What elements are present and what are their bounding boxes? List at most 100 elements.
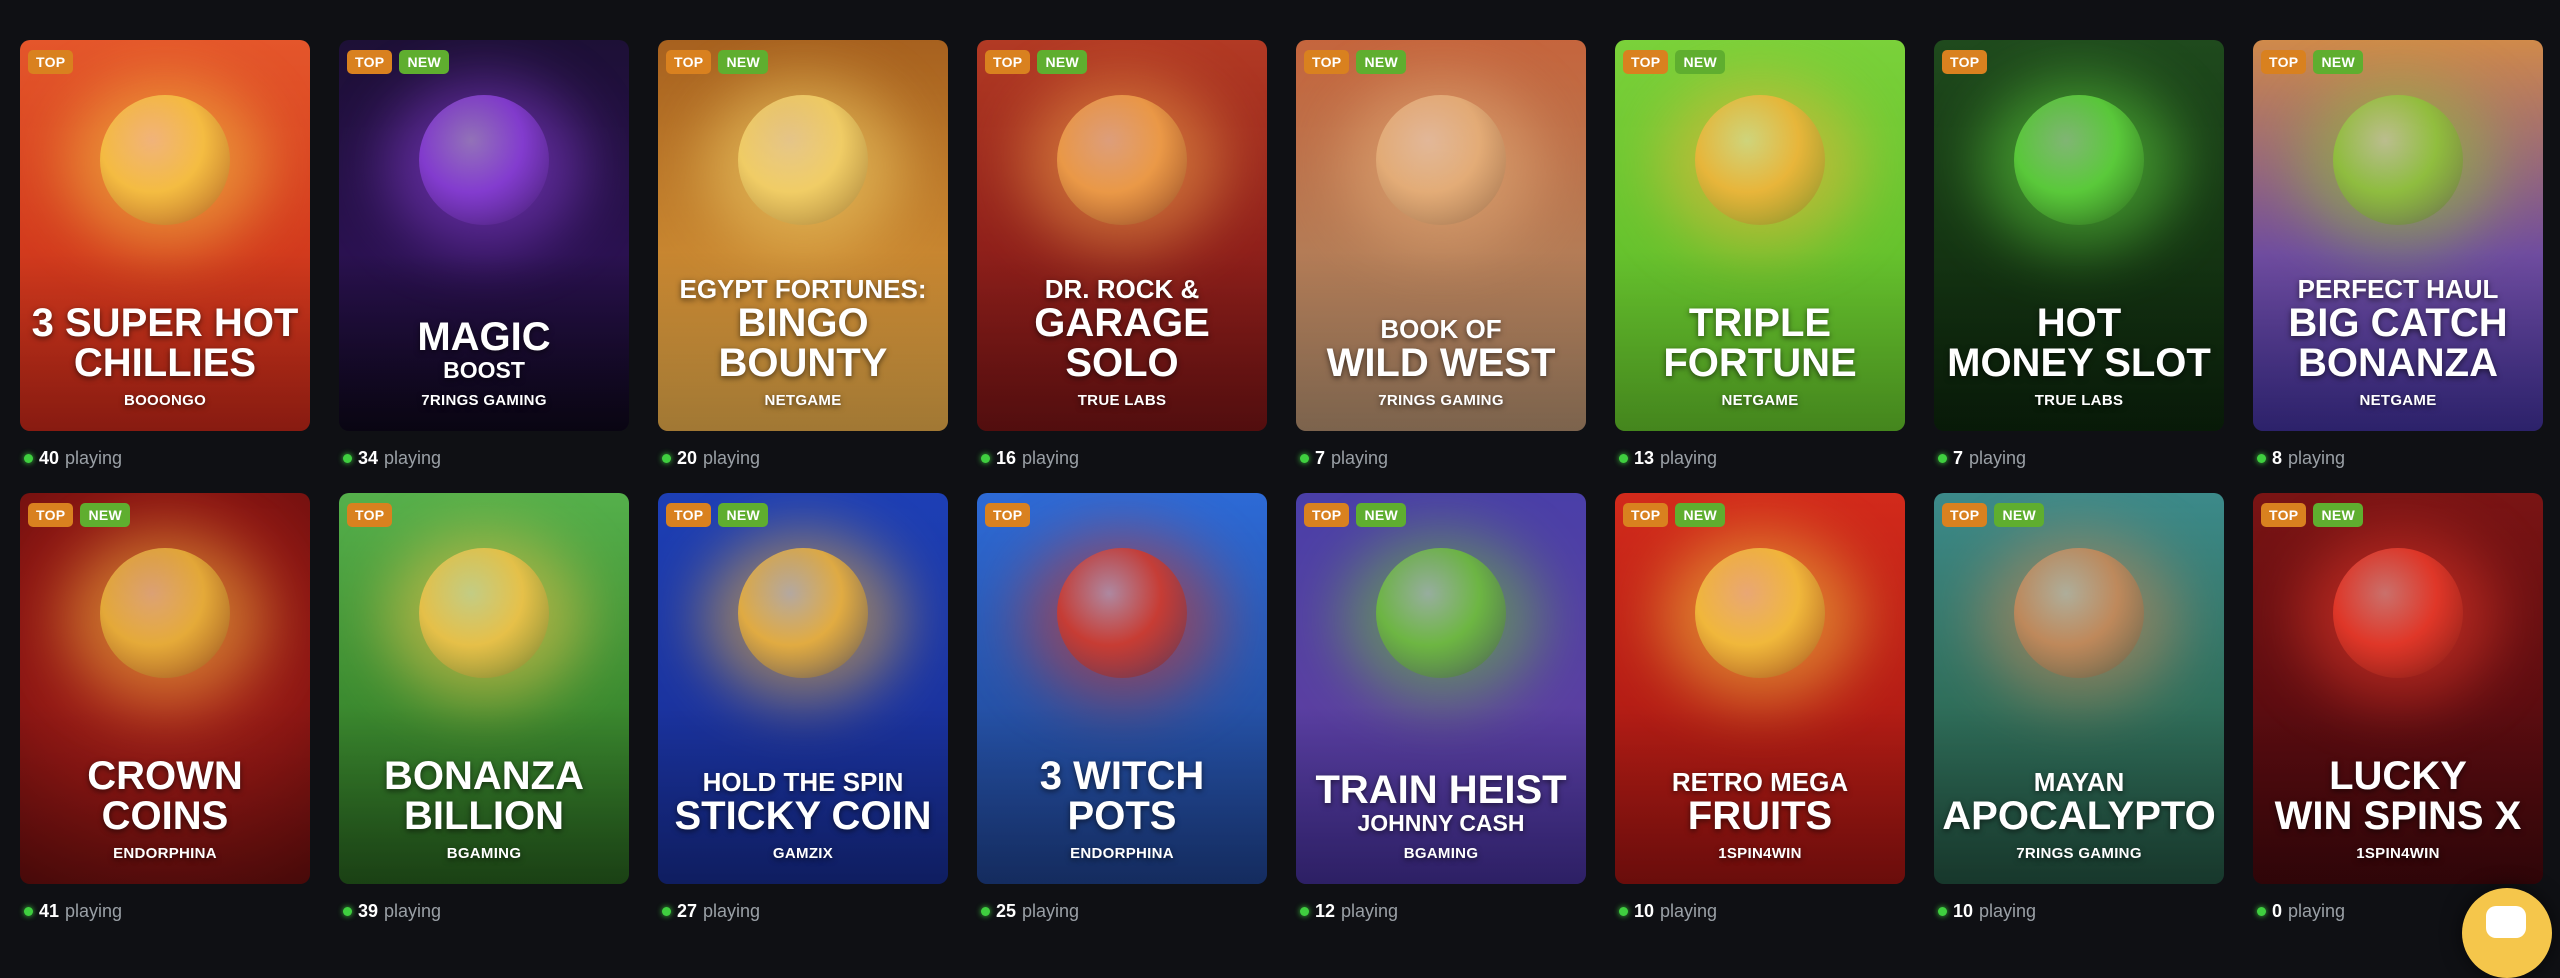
title-prefix: PERFECT HAUL xyxy=(2297,274,2499,304)
game-tile: TOP NEW LUCKY WIN SPINS X 1SPIN4WIN 0 playing xyxy=(2253,493,2543,946)
game-provider: ENDORPHINA xyxy=(1070,845,1174,862)
game-title: PERFECT HAUL BIG CATCH BONANZA NETGAME xyxy=(2253,275,2543,409)
top-badge: TOP xyxy=(1304,50,1350,74)
game-title: DR. ROCK & GARAGE SOLO TRUE LABS xyxy=(977,275,1267,409)
game-tile: TOP NEW BOOK OF WILD WEST 7RINGS GAMING 7 play… xyxy=(1296,40,1586,493)
game-title: RETRO MEGA FRUITS 1SPIN4WIN xyxy=(1615,768,1905,862)
game-provider: NETGAME xyxy=(2359,392,2437,409)
game-card[interactable]: TOP 3 SUPER HOT CHILLIES BOOONGO xyxy=(20,40,310,431)
game-card[interactable]: TOP NEW RETRO MEGA FRUITS 1SPIN4WIN xyxy=(1615,493,1905,884)
new-badge: NEW xyxy=(1356,503,1406,527)
artwork-emblem xyxy=(1057,95,1187,225)
players-label: playing xyxy=(1341,901,1399,921)
top-badge: TOP xyxy=(2261,503,2307,527)
game-tile: TOP NEW RETRO MEGA FRUITS 1SPIN4WIN 10 playing xyxy=(1615,493,1905,946)
game-title: MAYAN APOCALYPTO 7RINGS GAMING xyxy=(1934,768,2224,862)
game-card[interactable]: TOP NEW PERFECT HAUL BIG CATCH BONANZA NETGAM… xyxy=(2253,40,2543,431)
title-main: 3 SUPER HOT xyxy=(31,301,299,345)
artwork-emblem xyxy=(2333,548,2463,678)
title-prefix: DR. ROCK & xyxy=(1044,274,1200,304)
game-card[interactable]: TOP NEW HOLD THE SPIN STICKY COIN GAMZIX xyxy=(658,493,948,884)
games-grid: TOP 3 SUPER HOT CHILLIES BOOONGO 40 playing TO… xyxy=(20,40,2543,946)
top-badge: TOP xyxy=(985,503,1031,527)
title-main-line2: MONEY SLOT xyxy=(1947,341,2211,385)
game-card[interactable]: TOP NEW LUCKY WIN SPINS X 1SPIN4WIN xyxy=(2253,493,2543,884)
game-card[interactable]: TOP NEW TRIPLE FORTUNE NETGAME xyxy=(1615,40,1905,431)
online-dot-icon xyxy=(1300,454,1309,463)
game-tile: TOP 3 SUPER HOT CHILLIES BOOONGO 40 playing xyxy=(20,40,310,493)
badge-group: TOP NEW xyxy=(985,50,1087,74)
top-badge: TOP xyxy=(28,50,74,74)
game-provider: 7RINGS GAMING xyxy=(421,392,547,409)
badge-group: TOP NEW xyxy=(666,503,768,527)
game-title: 3 SUPER HOT CHILLIES BOOONGO xyxy=(20,303,310,409)
title-prefix: RETRO MEGA xyxy=(1671,767,1849,797)
players-online: 10 playing xyxy=(1938,901,2224,922)
players-online: 16 playing xyxy=(981,448,1267,469)
game-tile: TOP 3 WITCH POTS ENDORPHINA 25 playing xyxy=(977,493,1267,946)
game-title: TRIPLE FORTUNE NETGAME xyxy=(1615,303,1905,409)
title-main: CROWN xyxy=(87,754,243,798)
game-provider: 7RINGS GAMING xyxy=(2016,845,2142,862)
game-tile: TOP NEW MAGIC BOOST 7RINGS GAMING 34 playing xyxy=(339,40,629,493)
game-card[interactable]: TOP NEW EGYPT FORTUNES: BINGO BOUNTY NETGAME xyxy=(658,40,948,431)
badge-group: TOP xyxy=(1942,50,1988,74)
online-dot-icon xyxy=(981,907,990,916)
top-badge: TOP xyxy=(28,503,74,527)
players-label: playing xyxy=(65,901,123,921)
game-card[interactable]: TOP NEW DR. ROCK & GARAGE SOLO TRUE LABS xyxy=(977,40,1267,431)
online-dot-icon xyxy=(1938,454,1947,463)
badge-group: TOP NEW xyxy=(1942,503,2044,527)
top-badge: TOP xyxy=(1623,503,1669,527)
players-label: playing xyxy=(384,901,442,921)
players-online: 39 playing xyxy=(343,901,629,922)
game-tile: TOP HOT MONEY SLOT TRUE LABS 7 playing xyxy=(1934,40,2224,493)
title-main: BINGO xyxy=(737,301,869,345)
badge-group: TOP NEW xyxy=(2261,50,2363,74)
players-online: 40 playing xyxy=(24,448,310,469)
game-card[interactable]: TOP NEW TRAIN HEIST JOHNNY CASH BGAMING xyxy=(1296,493,1586,884)
game-card[interactable]: TOP 3 WITCH POTS ENDORPHINA xyxy=(977,493,1267,884)
game-title: CROWN COINS ENDORPHINA xyxy=(20,756,310,862)
players-online: 27 playing xyxy=(662,901,948,922)
game-card[interactable]: TOP NEW BOOK OF WILD WEST 7RINGS GAMING xyxy=(1296,40,1586,431)
game-provider: BGAMING xyxy=(1403,845,1479,862)
game-card[interactable]: TOP NEW CROWN COINS ENDORPHINA xyxy=(20,493,310,884)
online-dot-icon xyxy=(1619,907,1628,916)
players-count: 34 xyxy=(358,448,379,468)
game-card[interactable]: TOP NEW MAYAN APOCALYPTO 7RINGS GAMING xyxy=(1934,493,2224,884)
artwork-emblem xyxy=(419,95,549,225)
artwork-emblem xyxy=(738,548,868,678)
chat-button[interactable] xyxy=(2462,888,2552,978)
badge-group: TOP NEW xyxy=(666,50,768,74)
title-main-line2: SOLO xyxy=(1065,341,1179,385)
players-count: 13 xyxy=(1634,448,1655,468)
game-tile: TOP NEW HOLD THE SPIN STICKY COIN GAMZIX 27 pl… xyxy=(658,493,948,946)
new-badge: NEW xyxy=(1356,50,1406,74)
game-provider: GAMZIX xyxy=(772,845,834,862)
players-count: 27 xyxy=(677,901,698,921)
top-badge: TOP xyxy=(1942,503,1988,527)
artwork-emblem xyxy=(1057,548,1187,678)
title-main: GARAGE xyxy=(1034,301,1210,345)
badge-group: TOP NEW xyxy=(1304,50,1406,74)
game-title: BOOK OF WILD WEST 7RINGS GAMING xyxy=(1296,315,1586,409)
players-count: 0 xyxy=(2272,901,2283,921)
title-main: BIG CATCH xyxy=(2288,301,2508,345)
players-label: playing xyxy=(1969,448,2027,468)
players-count: 16 xyxy=(996,448,1017,468)
players-label: playing xyxy=(1331,448,1389,468)
game-card[interactable]: TOP BONANZA BILLION BGAMING xyxy=(339,493,629,884)
online-dot-icon xyxy=(1300,907,1309,916)
game-card[interactable]: TOP HOT MONEY SLOT TRUE LABS xyxy=(1934,40,2224,431)
game-card[interactable]: TOP NEW MAGIC BOOST 7RINGS GAMING xyxy=(339,40,629,431)
title-main: MAGIC xyxy=(417,315,551,359)
players-count: 10 xyxy=(1953,901,1974,921)
game-title: EGYPT FORTUNES: BINGO BOUNTY NETGAME xyxy=(658,275,948,409)
title-main-line2: POTS xyxy=(1067,794,1177,838)
top-badge: TOP xyxy=(2261,50,2307,74)
game-provider: 1SPIN4WIN xyxy=(2356,845,2440,862)
title-main: WILD WEST xyxy=(1326,341,1556,385)
players-count: 20 xyxy=(677,448,698,468)
players-label: playing xyxy=(1022,901,1080,921)
